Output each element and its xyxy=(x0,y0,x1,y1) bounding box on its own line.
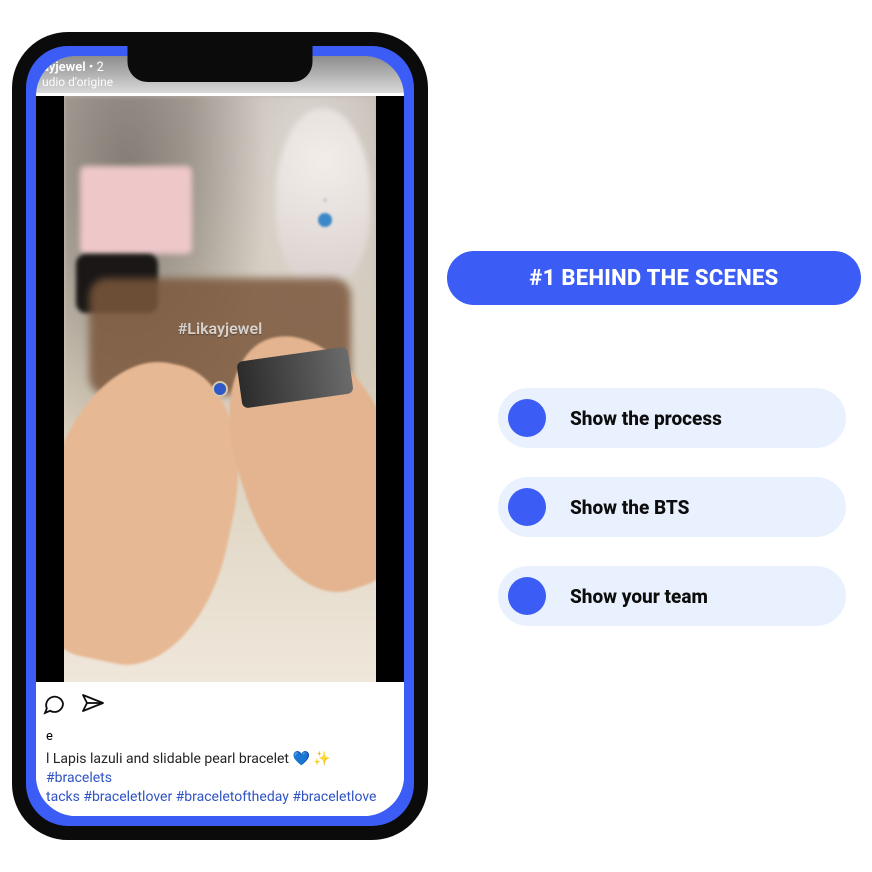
comment-icon[interactable] xyxy=(42,692,66,721)
caption-emoji: 💙 ✨ xyxy=(292,751,330,767)
bullet-dot-icon xyxy=(508,399,546,437)
prop-bust xyxy=(276,108,370,284)
bullet-item: Show the process xyxy=(498,388,846,448)
headline-pill: #1 BEHIND THE SCENES xyxy=(447,251,861,305)
video-watermark: #Likayjewel xyxy=(178,319,263,338)
bullet-dot-icon xyxy=(508,488,546,526)
bullet-text: Show the process xyxy=(570,407,722,430)
video-still: #Likayjewel xyxy=(64,96,376,682)
post-sep: • xyxy=(89,60,97,75)
bead-icon xyxy=(214,383,226,395)
post-time: 2 xyxy=(97,60,104,75)
share-icon[interactable] xyxy=(80,692,106,721)
phone-screen: ayjewel • 2 udio d'origine # xyxy=(36,56,404,816)
phone-notch xyxy=(128,44,313,82)
bullet-text: Show your team xyxy=(570,585,708,608)
hashtag[interactable]: tacks #braceletlover #braceletoftheday #… xyxy=(46,789,376,805)
bullet-dot-icon xyxy=(508,577,546,615)
headline-text: #1 BEHIND THE SCENES xyxy=(529,266,778,291)
canvas: ayjewel • 2 udio d'origine # xyxy=(0,0,872,872)
bullet-text: Show the BTS xyxy=(570,496,689,519)
caption-text: l Lapis lazuli and slidable pearl bracel… xyxy=(46,751,292,767)
bullet-item: Show your team xyxy=(498,566,846,626)
likes-line[interactable]: e xyxy=(46,729,394,744)
prop-box xyxy=(80,166,192,254)
post-action-bar xyxy=(42,692,394,721)
post-username[interactable]: ayjewel xyxy=(42,60,86,75)
post-footer: e l Lapis lazuli and slidable pearl brac… xyxy=(36,682,404,816)
post-video[interactable]: #Likayjewel xyxy=(36,96,404,682)
post-caption: l Lapis lazuli and slidable pearl bracel… xyxy=(46,750,394,807)
hashtag[interactable]: #bracelets xyxy=(46,770,112,786)
bullet-item: Show the BTS xyxy=(498,477,846,537)
phone-frame: ayjewel • 2 udio d'origine # xyxy=(12,32,428,840)
